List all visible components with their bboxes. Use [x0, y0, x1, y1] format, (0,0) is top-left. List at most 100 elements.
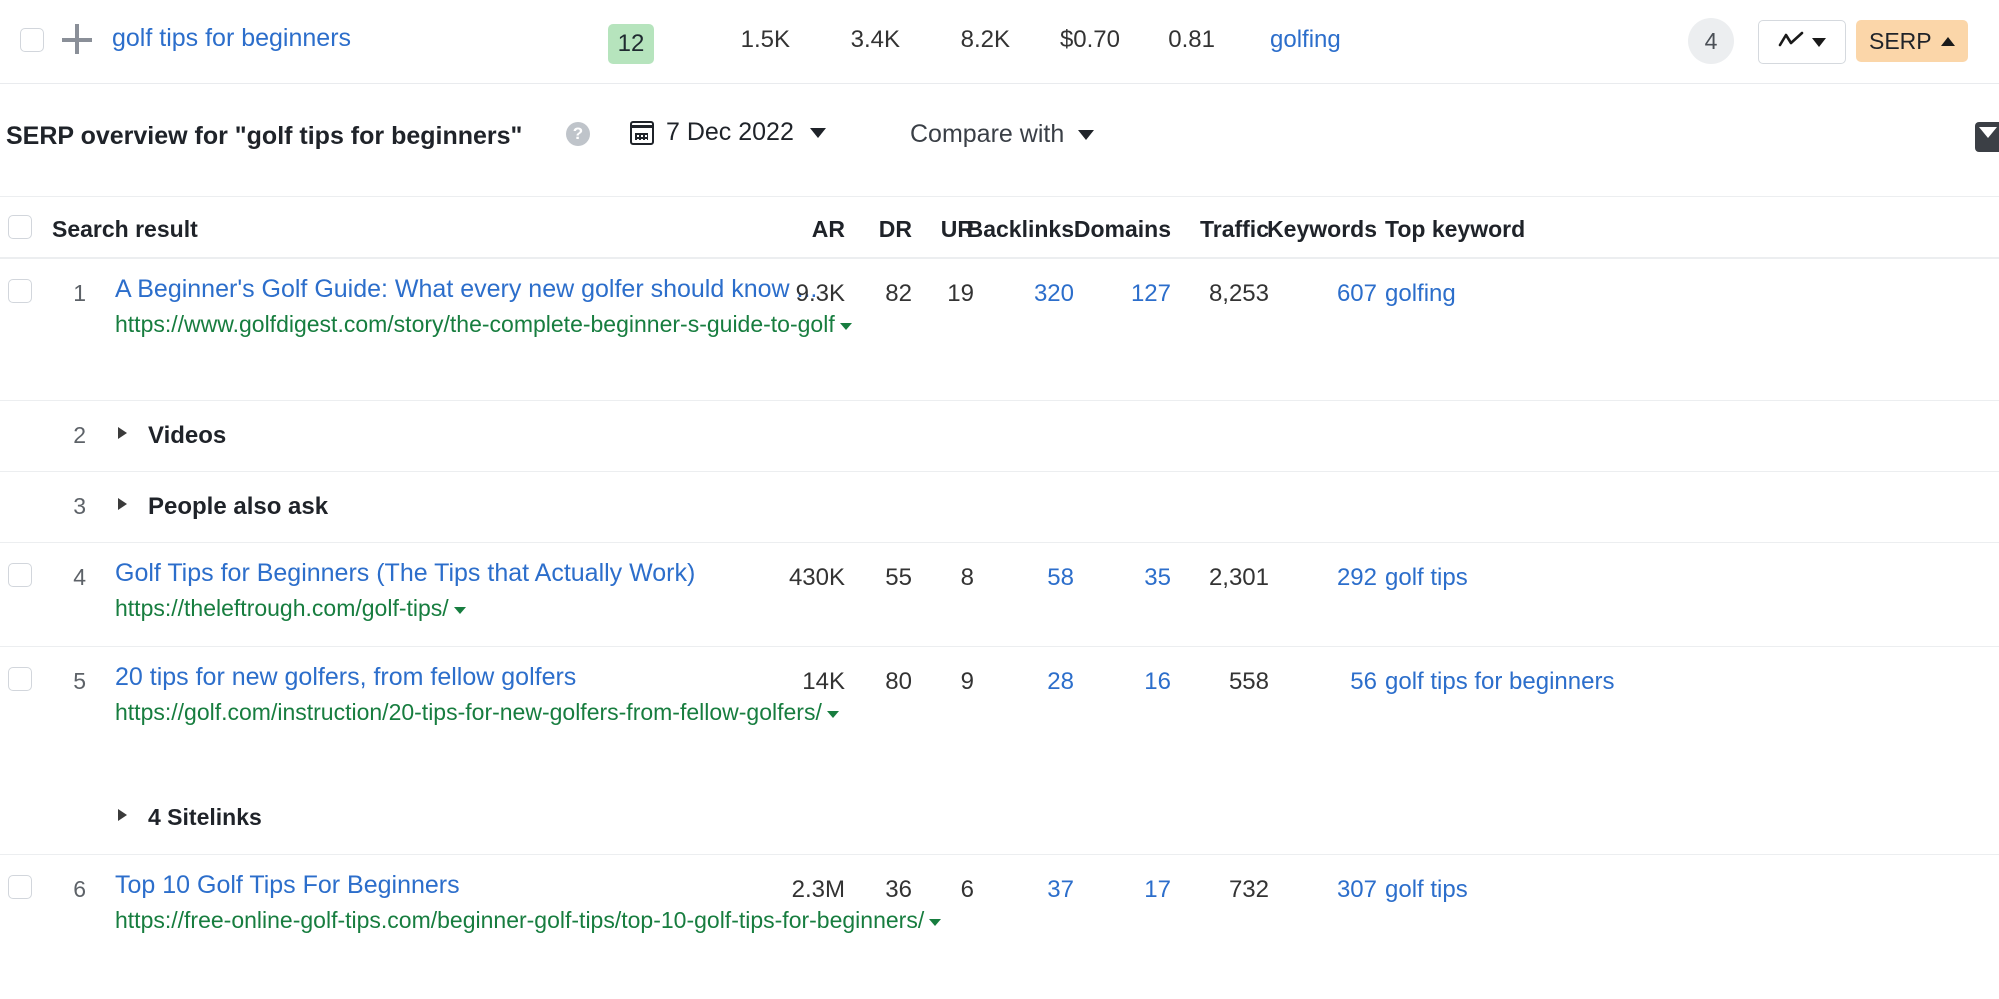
result-url-link[interactable]: https://golf.com/instruction/20-tips-for… — [115, 699, 822, 725]
expand-triangle-icon[interactable] — [118, 427, 127, 439]
table-row-serp-feature[interactable]: 3 People also ask — [0, 471, 1999, 542]
keyword-difficulty-badge: 12 — [608, 24, 654, 64]
column-header-dr[interactable]: DR — [879, 216, 912, 243]
download-icon — [1979, 127, 1997, 138]
add-keyword-plus-icon[interactable] — [62, 24, 94, 56]
table-row-serp-feature[interactable]: 2 Videos — [0, 400, 1999, 471]
table-row: 1 A Beginner's Golf Guide: What every ne… — [0, 258, 1999, 400]
cell-keywords[interactable]: 307 — [1337, 876, 1377, 904]
cell-top-keyword[interactable]: golf tips for beginners — [1385, 668, 1614, 696]
row-rank: 3 — [62, 493, 86, 520]
help-icon[interactable]: ? — [566, 122, 590, 146]
cell-domains[interactable]: 35 — [1144, 564, 1171, 592]
serp-results-table: Search result AR DR UR Backlinks Domains… — [0, 196, 1999, 999]
table-row: 5 20 tips for new golfers, from fellow g… — [0, 646, 1999, 786]
cell-traffic: 558 — [1229, 668, 1269, 696]
row-search-result: 20 tips for new golfers, from fellow gol… — [115, 661, 1015, 729]
cell-backlinks[interactable]: 58 — [1047, 564, 1074, 592]
column-header-traffic[interactable]: Traffic — [1200, 216, 1269, 243]
date-picker[interactable]: 7 Dec 2022 — [630, 118, 826, 147]
cell-traffic: 732 — [1229, 876, 1269, 904]
serp-button-label: SERP — [1869, 28, 1932, 55]
line-chart-icon — [1778, 30, 1804, 55]
cell-keywords[interactable]: 607 — [1337, 280, 1377, 308]
result-url-wrap: https://free-online-golf-tips.com/beginn… — [115, 915, 941, 932]
chevron-down-icon[interactable] — [929, 919, 941, 926]
keyword-row-checkbox[interactable] — [20, 28, 44, 52]
cell-backlinks[interactable]: 320 — [1034, 280, 1074, 308]
cell-domains[interactable]: 16 — [1144, 668, 1171, 696]
serp-feature-label: Videos — [148, 422, 226, 450]
cell-top-keyword[interactable]: golfing — [1385, 280, 1456, 308]
cell-ar: 430K — [789, 564, 845, 592]
select-all-checkbox[interactable] — [8, 215, 32, 239]
column-header-top-keyword[interactable]: Top keyword — [1385, 216, 1525, 243]
keyword-summary-bar: golf tips for beginners 12 1.5K 3.4K 8.2… — [0, 0, 1999, 84]
cell-domains[interactable]: 127 — [1131, 280, 1171, 308]
row-rank: 6 — [62, 876, 86, 903]
keyword-link[interactable]: golf tips for beginners — [112, 24, 351, 53]
cell-backlinks[interactable]: 28 — [1047, 668, 1074, 696]
calendar-icon — [630, 121, 654, 145]
column-header-ar[interactable]: AR — [812, 216, 845, 243]
row-checkbox[interactable] — [8, 279, 32, 303]
result-title-link[interactable]: 20 tips for new golfers, from fellow gol… — [115, 661, 1015, 694]
result-url-wrap: https://golf.com/instruction/20-tips-for… — [115, 707, 839, 724]
cell-traffic: 8,253 — [1209, 280, 1269, 308]
keyword-metric-global-volume: 3.4K — [810, 26, 900, 54]
cell-ar: 14K — [802, 668, 845, 696]
sitelinks-label: 4 Sitelinks — [148, 804, 262, 831]
serp-toggle-button[interactable]: SERP — [1856, 20, 1968, 62]
row-search-result: A Beginner's Golf Guide: What every new … — [115, 273, 995, 341]
keyword-parent-topic-link[interactable]: golfing — [1270, 26, 1341, 54]
chart-dropdown-button[interactable] — [1758, 20, 1846, 64]
compare-with-label: Compare with — [910, 120, 1064, 149]
row-checkbox[interactable] — [8, 563, 32, 587]
row-checkbox[interactable] — [8, 875, 32, 899]
chevron-down-icon[interactable] — [827, 711, 839, 718]
row-rank: 4 — [62, 564, 86, 591]
cell-dr: 82 — [885, 280, 912, 308]
chevron-down-icon — [1812, 38, 1826, 47]
column-header-search-result[interactable]: Search result — [52, 216, 198, 243]
result-url-link[interactable]: https://free-online-golf-tips.com/beginn… — [115, 907, 924, 933]
cell-keywords[interactable]: 292 — [1337, 564, 1377, 592]
chevron-down-icon[interactable] — [840, 323, 852, 330]
date-picker-label: 7 Dec 2022 — [666, 118, 794, 147]
chevron-down-icon — [810, 128, 826, 138]
row-search-result: Top 10 Golf Tips For Beginners https://f… — [115, 869, 995, 937]
compare-with-dropdown[interactable]: Compare with — [910, 120, 1094, 149]
table-row: 6 Top 10 Golf Tips For Beginners https:/… — [0, 854, 1999, 999]
column-header-keywords[interactable]: Keywords — [1267, 216, 1377, 243]
cell-dr: 55 — [885, 564, 912, 592]
row-rank: 1 — [62, 280, 86, 307]
export-download-button[interactable] — [1975, 122, 1999, 152]
table-row-sitelinks[interactable]: 4 Sitelinks — [0, 786, 1999, 854]
cell-top-keyword[interactable]: golf tips — [1385, 564, 1468, 592]
result-url-link[interactable]: https://www.golfdigest.com/story/the-com… — [115, 311, 835, 337]
cell-backlinks[interactable]: 37 — [1047, 876, 1074, 904]
expand-triangle-icon[interactable] — [118, 809, 127, 821]
cell-domains[interactable]: 17 — [1144, 876, 1171, 904]
result-url-link[interactable]: https://theleftrough.com/golf-tips/ — [115, 595, 449, 621]
cell-dr: 36 — [885, 876, 912, 904]
cell-top-keyword[interactable]: golf tips — [1385, 876, 1468, 904]
column-header-domains[interactable]: Domains — [1074, 216, 1171, 243]
result-url-wrap: https://www.golfdigest.com/story/the-com… — [115, 319, 852, 336]
chevron-down-icon[interactable] — [454, 607, 466, 614]
result-title-link[interactable]: A Beginner's Golf Guide: What every new … — [115, 273, 995, 306]
row-checkbox[interactable] — [8, 667, 32, 691]
keyword-metric-volume: 1.5K — [700, 26, 790, 54]
table-header-row: Search result AR DR UR Backlinks Domains… — [0, 196, 1999, 258]
cell-dr: 80 — [885, 668, 912, 696]
result-title-link[interactable]: Top 10 Golf Tips For Beginners — [115, 869, 995, 902]
cell-ar: 9.3K — [796, 280, 845, 308]
cell-ur: 9 — [961, 668, 974, 696]
result-title-link[interactable]: Golf Tips for Beginners (The Tips that A… — [115, 557, 995, 590]
table-row: 4 Golf Tips for Beginners (The Tips that… — [0, 542, 1999, 646]
column-header-backlinks[interactable]: Backlinks — [967, 216, 1074, 243]
expand-triangle-icon[interactable] — [118, 498, 127, 510]
row-rank: 5 — [62, 668, 86, 695]
cell-ar: 2.3M — [792, 876, 845, 904]
cell-keywords[interactable]: 56 — [1350, 668, 1377, 696]
